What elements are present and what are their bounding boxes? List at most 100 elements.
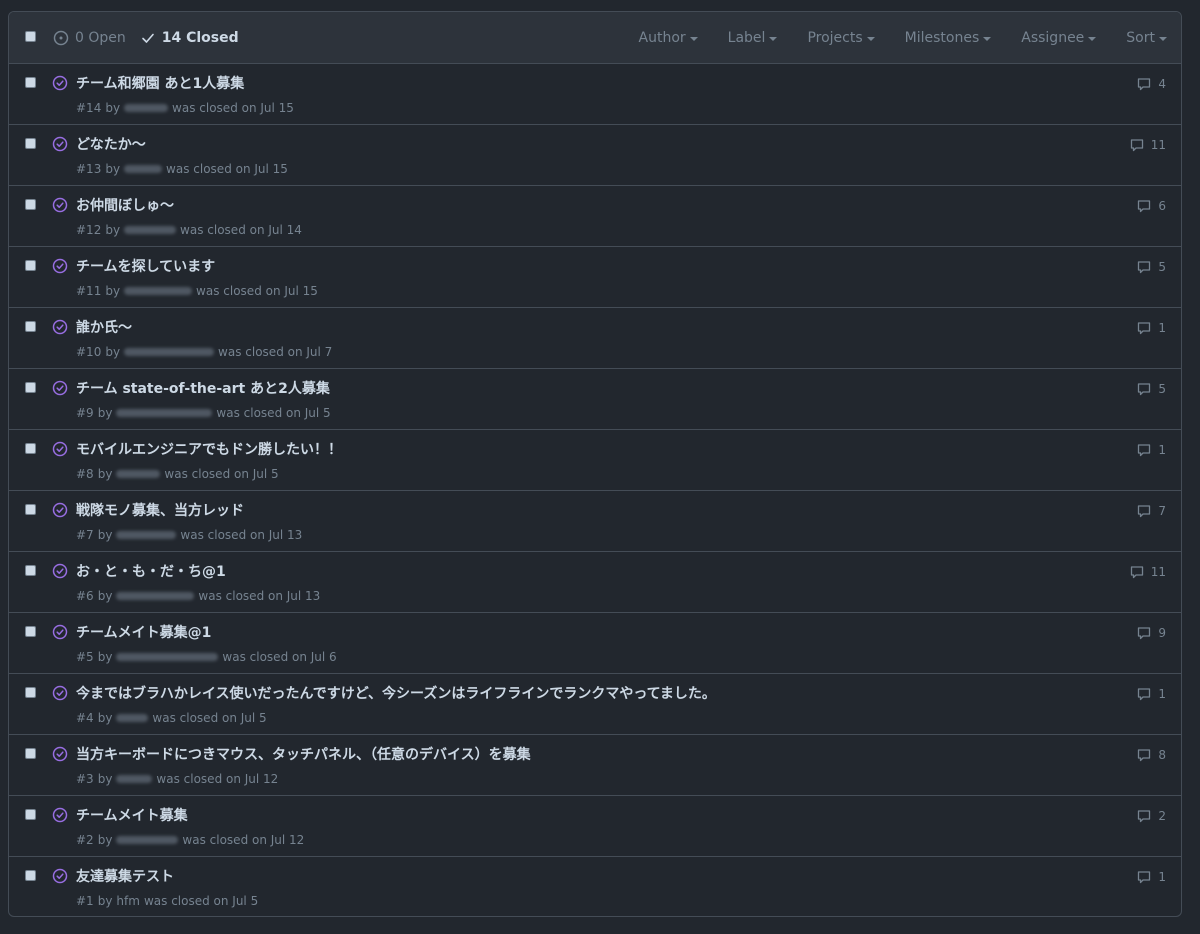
- caret-down-icon: [866, 36, 875, 41]
- issue-author-redacted: [124, 226, 177, 234]
- label-filter[interactable]: Label: [728, 30, 778, 46]
- issue-comments-link[interactable]: 1: [1136, 686, 1166, 702]
- issue-checkbox[interactable]: [25, 687, 36, 698]
- issue-comments-link[interactable]: 1: [1136, 320, 1166, 336]
- issue-row[interactable]: チームメイト募集@1 #5 by was closed on Jul 6 9: [9, 613, 1181, 674]
- issue-author[interactable]: hfm: [116, 894, 140, 908]
- issue-title-link[interactable]: 戦隊モノ募集、当方レッド: [76, 500, 244, 520]
- issue-number: #14: [76, 101, 102, 115]
- issue-meta: #3 by was closed on Jul 12: [76, 772, 278, 786]
- issue-number: #8: [76, 467, 94, 481]
- open-issues-tab[interactable]: 0 Open: [53, 30, 126, 46]
- issue-closed-icon: [52, 258, 68, 274]
- issue-checkbox[interactable]: [25, 809, 36, 820]
- comment-icon: [1138, 627, 1151, 640]
- issue-meta: #7 by was closed on Jul 13: [76, 528, 302, 542]
- issue-number: #13: [76, 162, 102, 176]
- issue-comments-link[interactable]: 9: [1136, 625, 1166, 641]
- issue-comments-link[interactable]: 6: [1136, 198, 1166, 214]
- issue-title-link[interactable]: チームメイト募集: [76, 805, 188, 825]
- issue-title-link[interactable]: どなたか〜: [76, 134, 146, 154]
- issue-checkbox[interactable]: [25, 138, 36, 149]
- issue-row[interactable]: チーム和郷園 あと1人募集 #14 by was closed on Jul 1…: [9, 64, 1181, 125]
- issue-checkbox[interactable]: [25, 77, 36, 88]
- comment-count: 6: [1158, 199, 1166, 213]
- sort-filter[interactable]: Sort: [1126, 30, 1167, 46]
- assignee-filter[interactable]: Assignee: [1021, 30, 1097, 46]
- comment-icon: [1138, 322, 1151, 335]
- issue-row[interactable]: チームメイト募集 #2 by was closed on Jul 12 2: [9, 796, 1181, 857]
- issue-checkbox[interactable]: [25, 626, 36, 637]
- issue-title-link[interactable]: 誰か氏〜: [76, 317, 132, 337]
- issue-comments-link[interactable]: 11: [1129, 137, 1166, 153]
- closed-issues-tab[interactable]: 14 Closed: [140, 30, 239, 46]
- issue-checkbox[interactable]: [25, 260, 36, 271]
- issue-title-link[interactable]: 当方キーボードにつきマウス、タッチパネル、（任意のデバイス）を募集: [76, 744, 531, 764]
- issue-checkbox[interactable]: [25, 199, 36, 210]
- issue-row[interactable]: 友達募集テスト #1 by hfm was closed on Jul 5 1: [9, 857, 1181, 916]
- issue-title-link[interactable]: チーム和郷園 あと1人募集: [76, 73, 244, 93]
- issue-row[interactable]: お・と・も・だ・ち@1 #6 by was closed on Jul 13 1…: [9, 552, 1181, 613]
- issue-checkbox[interactable]: [25, 382, 36, 393]
- issue-row[interactable]: どなたか〜 #13 by was closed on Jul 15 11: [9, 125, 1181, 186]
- issue-by-label: by: [105, 162, 121, 176]
- issue-row[interactable]: モバイルエンジニアでもドン勝したい！！ #8 by was closed on …: [9, 430, 1181, 491]
- comment-icon: [1138, 383, 1151, 396]
- issue-comments-link[interactable]: 7: [1136, 503, 1166, 519]
- issue-closed-icon: [52, 868, 68, 884]
- milestones-filter-label: Milestones: [904, 29, 980, 46]
- issue-author-redacted: [124, 287, 193, 295]
- issue-closed-icon: [52, 624, 68, 640]
- issue-checkbox[interactable]: [25, 748, 36, 759]
- author-filter[interactable]: Author: [639, 30, 698, 46]
- issue-row[interactable]: お仲間ぼしゅ〜 #12 by was closed on Jul 14 6: [9, 186, 1181, 247]
- projects-filter[interactable]: Projects: [807, 30, 875, 46]
- issue-title-link[interactable]: チーム state-of-the-art あと2人募集: [76, 378, 330, 398]
- issue-meta: #11 by was closed on Jul 15: [76, 284, 318, 298]
- issue-meta: #14 by was closed on Jul 15: [76, 101, 294, 115]
- issue-by-label: by: [105, 345, 121, 359]
- issue-title-link[interactable]: チームを探しています: [76, 256, 215, 276]
- issue-checkbox[interactable]: [25, 565, 36, 576]
- issue-closed-icon: [52, 563, 68, 579]
- issue-row[interactable]: 当方キーボードにつきマウス、タッチパネル、（任意のデバイス）を募集 #3 by …: [9, 735, 1181, 796]
- issue-checkbox[interactable]: [25, 321, 36, 332]
- issue-row[interactable]: 誰か氏〜 #10 by was closed on Jul 7 1: [9, 308, 1181, 369]
- issue-number: #6: [76, 589, 94, 603]
- issue-title-link[interactable]: 今まではブラハかレイス使いだったんですけど、今シーズンはライフラインでランクマや…: [76, 683, 716, 703]
- issue-closed-icon: [52, 746, 68, 762]
- issue-by-label: by: [105, 101, 121, 115]
- issue-row[interactable]: チーム state-of-the-art あと2人募集 #9 by was cl…: [9, 369, 1181, 430]
- issue-title-link[interactable]: お仲間ぼしゅ〜: [76, 195, 174, 215]
- issue-row[interactable]: チームを探しています #11 by was closed on Jul 15 5: [9, 247, 1181, 308]
- issue-meta: #4 by was closed on Jul 5: [76, 711, 267, 725]
- issue-row[interactable]: 今まではブラハかレイス使いだったんですけど、今シーズンはライフラインでランクマや…: [9, 674, 1181, 735]
- issue-checkbox[interactable]: [25, 443, 36, 454]
- issue-title-link[interactable]: お・と・も・だ・ち@1: [76, 561, 226, 581]
- issue-comments-link[interactable]: 5: [1136, 381, 1166, 397]
- issue-title-link[interactable]: チームメイト募集@1: [76, 622, 211, 642]
- issue-comments-link[interactable]: 1: [1136, 869, 1166, 885]
- caret-down-icon: [689, 36, 698, 41]
- issue-comments-link[interactable]: 5: [1136, 259, 1166, 275]
- issue-comments-link[interactable]: 8: [1136, 747, 1166, 763]
- select-all-checkbox[interactable]: [25, 31, 36, 42]
- issue-comments-link[interactable]: 1: [1136, 442, 1166, 458]
- issue-comments-link[interactable]: 11: [1129, 564, 1166, 580]
- issue-title-link[interactable]: 友達募集テスト: [76, 866, 174, 886]
- milestones-filter[interactable]: Milestones: [905, 30, 992, 46]
- issue-number: #5: [76, 650, 94, 664]
- comment-icon: [1130, 139, 1143, 152]
- issue-comments-link[interactable]: 4: [1136, 76, 1166, 92]
- issue-author-redacted: [116, 531, 177, 539]
- issue-by-label: by: [97, 833, 113, 847]
- issue-row[interactable]: 戦隊モノ募集、当方レッド #7 by was closed on Jul 13 …: [9, 491, 1181, 552]
- issue-number: #11: [76, 284, 102, 298]
- issue-comments-link[interactable]: 2: [1136, 808, 1166, 824]
- issue-checkbox[interactable]: [25, 870, 36, 881]
- issue-number: #10: [76, 345, 102, 359]
- issue-title-link[interactable]: モバイルエンジニアでもドン勝したい！！: [76, 439, 342, 459]
- issue-meta: #12 by was closed on Jul 14: [76, 223, 302, 237]
- comment-count: 7: [1158, 504, 1166, 518]
- issue-checkbox[interactable]: [25, 504, 36, 515]
